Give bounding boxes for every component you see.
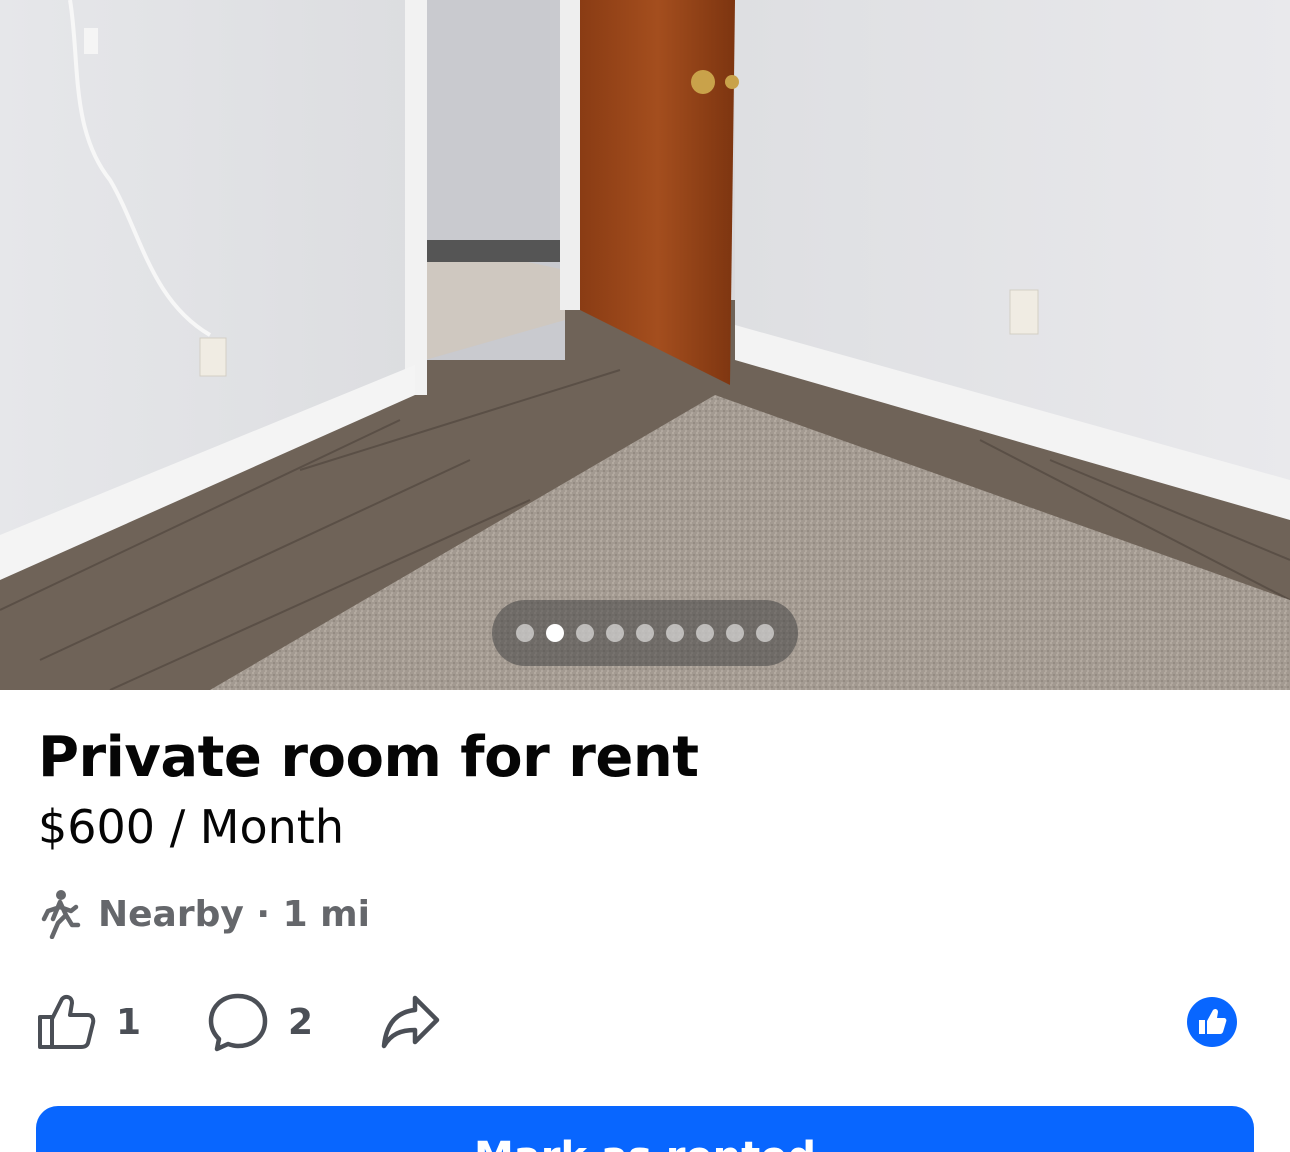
comment-bubble-icon xyxy=(208,993,268,1052)
carousel-dot[interactable] xyxy=(636,624,654,642)
action-bar: 1 2 xyxy=(36,990,1256,1054)
listing-page: Private room for rent $600 / Month Nearb… xyxy=(0,0,1290,1152)
carousel-dot[interactable] xyxy=(726,624,744,642)
comment-count: 2 xyxy=(288,1001,314,1043)
mark-as-rented-button[interactable]: Mark as rented xyxy=(36,1106,1254,1152)
listing-title: Private room for rent xyxy=(38,725,699,790)
share-button[interactable] xyxy=(381,990,441,1054)
comment-button[interactable]: 2 xyxy=(208,990,313,1054)
like-count: 1 xyxy=(116,1001,142,1043)
thumbs-up-icon xyxy=(38,994,96,1049)
carousel-dot[interactable] xyxy=(516,624,534,642)
listing-price: $600 / Month xyxy=(38,800,344,854)
listing-photo[interactable] xyxy=(0,0,1290,690)
walking-person-icon xyxy=(41,890,81,939)
location-text: Nearby · 1 mi xyxy=(98,893,371,935)
carousel-dot[interactable] xyxy=(666,624,684,642)
share-arrow-icon xyxy=(381,995,440,1049)
listing-location: Nearby · 1 mi xyxy=(38,888,370,940)
carousel-dot[interactable] xyxy=(756,624,774,642)
room-photo-image xyxy=(0,0,1290,690)
like-reaction-icon[interactable] xyxy=(1186,996,1238,1048)
carousel-dot[interactable] xyxy=(696,624,714,642)
carousel-dot[interactable] xyxy=(606,624,624,642)
carousel-dot-active[interactable] xyxy=(546,624,564,642)
carousel-indicator[interactable] xyxy=(492,600,798,666)
carousel-dot[interactable] xyxy=(576,624,594,642)
like-button[interactable]: 1 xyxy=(36,990,141,1054)
